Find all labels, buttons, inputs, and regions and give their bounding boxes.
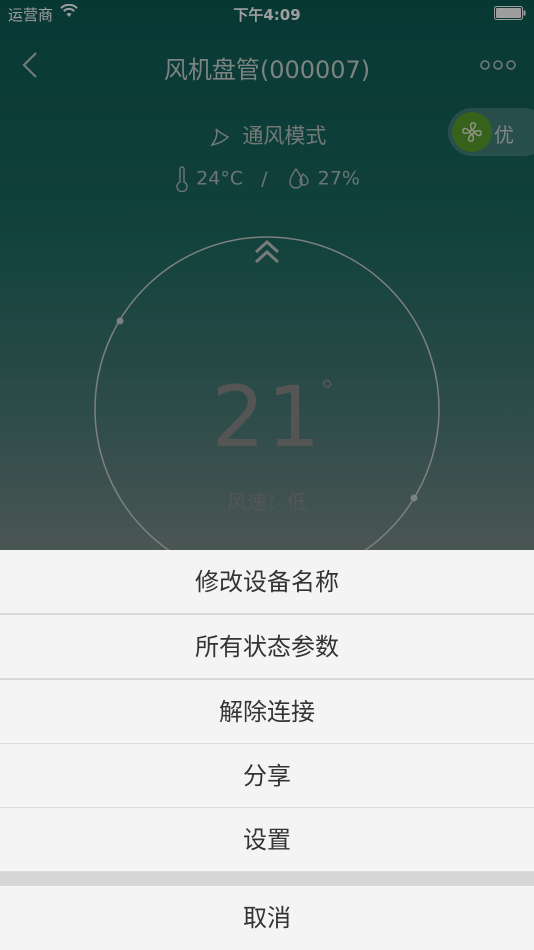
all-status-params-button[interactable]: 所有状态参数	[0, 615, 534, 679]
settings-button[interactable]: 设置	[0, 808, 534, 872]
share-button[interactable]: 分享	[0, 744, 534, 808]
disconnect-button[interactable]: 解除连接	[0, 680, 534, 744]
cancel-button[interactable]: 取消	[0, 886, 534, 950]
modal-overlay[interactable]	[0, 0, 534, 550]
rename-device-button[interactable]: 修改设备名称	[0, 550, 534, 614]
device-control-screen: 运营商 下午4:09 风机盘管(000007) 通风模式 优 24°C / 27…	[0, 0, 534, 950]
action-sheet: 修改设备名称 所有状态参数 解除连接 分享 设置 取消	[0, 550, 534, 950]
